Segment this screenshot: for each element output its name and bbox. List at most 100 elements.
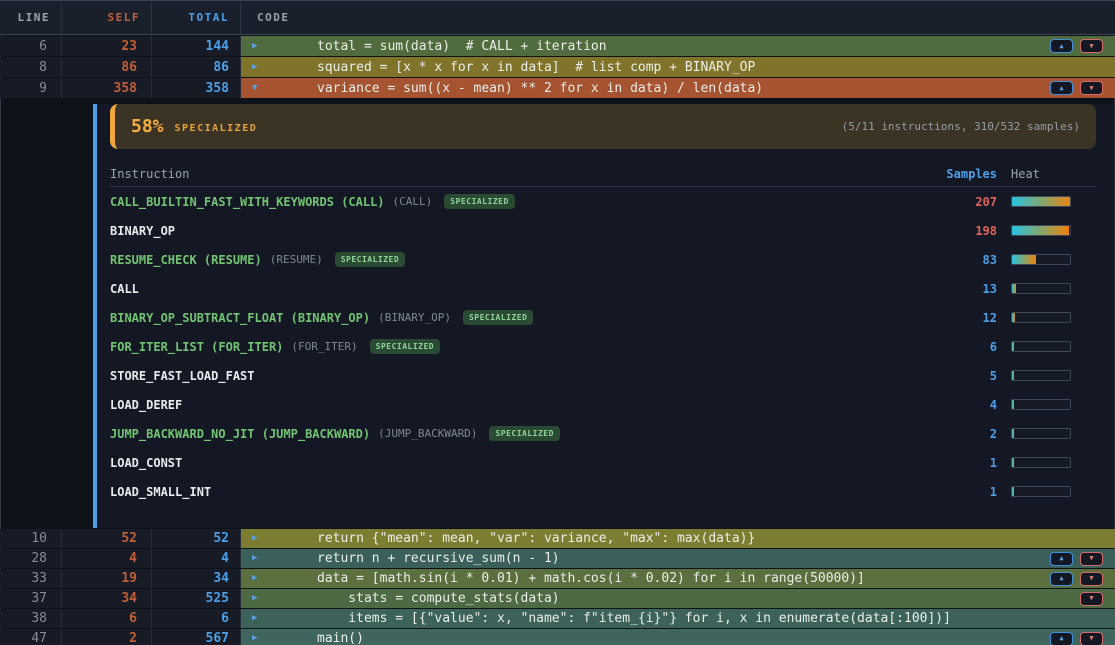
- instruction-name-cell: STORE_FAST_LOAD_FAST: [110, 369, 895, 383]
- expand-toggle-icon[interactable]: ▶: [252, 554, 264, 563]
- code-line-row[interactable]: 88686▶squared = [x * x for x in data] # …: [0, 57, 1115, 77]
- move-down-button[interactable]: ▼: [1080, 552, 1103, 566]
- expand-toggle-icon[interactable]: ▶: [252, 63, 264, 72]
- base-instruction-name: (CALL): [393, 195, 433, 208]
- column-header-samples: Samples: [907, 167, 997, 181]
- self-samples-value: 52: [62, 529, 152, 548]
- self-samples-value: 19: [62, 569, 152, 588]
- code-cell[interactable]: ▶ stats = compute_stats(data)▼: [241, 589, 1115, 608]
- specialized-label: SPECIALIZED: [175, 123, 258, 134]
- code-text: variance = sum((x - mean) ** 2 for x in …: [317, 81, 763, 96]
- heat-cell: [1009, 457, 1096, 468]
- specialized-badge: SPECIALIZED: [444, 194, 514, 209]
- total-samples-value: 567: [152, 629, 241, 645]
- samples-value: 12: [907, 311, 997, 325]
- column-header-code: CODE: [241, 1, 1115, 34]
- instruction-name-cell: CALL_BUILTIN_FAST_WITH_KEYWORDS (CALL)(C…: [110, 194, 895, 209]
- column-header-instruction: Instruction: [110, 167, 895, 181]
- heat-bar-track: [1011, 428, 1071, 439]
- code-line-row[interactable]: 331934▶data = [math.sin(i * 0.01) + math…: [0, 569, 1115, 588]
- heat-bar-track: [1011, 196, 1071, 207]
- self-samples-value: 34: [62, 589, 152, 608]
- code-line-row[interactable]: 2844▶return n + recursive_sum(n - 1)▲▼: [0, 549, 1115, 568]
- instruction-name: RESUME_CHECK (RESUME): [110, 253, 262, 267]
- expand-toggle-icon[interactable]: ▶: [252, 614, 264, 623]
- code-line-row[interactable]: 472567▶main()▲▼: [0, 629, 1115, 645]
- code-cell[interactable]: ▶main()▲▼: [241, 629, 1115, 645]
- heat-bar-track: [1011, 370, 1071, 381]
- samples-value: 2: [907, 427, 997, 441]
- code-cell[interactable]: ▼ variance = sum((x - mean) ** 2 for x in…: [241, 78, 1115, 98]
- code-cell[interactable]: ▶ items = [{"value": x, "name": f"item_{…: [241, 609, 1115, 628]
- move-up-button[interactable]: ▲: [1050, 552, 1073, 566]
- profiler-window: LINE SELF TOTAL CODE 623144▶total = sum(…: [0, 0, 1115, 645]
- heat-bar-track: [1011, 254, 1071, 265]
- heat-bar-fill: [1012, 197, 1071, 206]
- move-down-button[interactable]: ▼: [1080, 39, 1103, 53]
- move-up-button[interactable]: ▲: [1050, 572, 1073, 586]
- move-down-button[interactable]: ▼: [1080, 592, 1103, 606]
- instruction-name-cell: LOAD_DEREF: [110, 398, 895, 412]
- base-instruction-name: (JUMP_BACKWARD): [378, 427, 477, 440]
- code-cell[interactable]: ▶return {"mean": mean, "var": variance, …: [241, 529, 1115, 548]
- move-down-button[interactable]: ▼: [1080, 81, 1103, 95]
- heat-bar-fill: [1012, 487, 1014, 496]
- code-text: total = sum(data) # CALL + iteration: [317, 39, 607, 54]
- move-up-button[interactable]: ▲: [1050, 39, 1073, 53]
- line-number: 37: [0, 589, 62, 608]
- code-text: main(): [317, 631, 364, 645]
- specialized-badge: SPECIALIZED: [335, 252, 405, 267]
- code-cell[interactable]: ▶ data = [math.sin(i * 0.01) + math.cos(i…: [241, 569, 1115, 588]
- line-number: 10: [0, 529, 62, 548]
- expand-toggle-icon[interactable]: ▶: [252, 574, 264, 583]
- specialized-badge: SPECIALIZED: [463, 310, 533, 325]
- self-samples-value: 86: [62, 57, 152, 77]
- heat-bar-fill: [1012, 255, 1036, 264]
- instruction-name: BINARY_OP: [110, 224, 175, 238]
- code-line-row[interactable]: 3734525▶ stats = compute_stats(data)▼: [0, 589, 1115, 608]
- code-line-row[interactable]: 9358358▼variance = sum((x - mean) ** 2 f…: [0, 78, 1115, 98]
- total-samples-value: 525: [152, 589, 241, 608]
- expand-toggle-icon[interactable]: ▶: [252, 634, 264, 643]
- code-line-row[interactable]: 3866▶ items = [{"value": x, "name": f"it…: [0, 609, 1115, 628]
- code-line-row[interactable]: 623144▶total = sum(data) # CALL + iterat…: [0, 36, 1115, 56]
- code-cell[interactable]: ▶total = sum(data) # CALL + iteration▲▼: [241, 36, 1115, 56]
- row-actions: ▲▼: [1050, 39, 1103, 53]
- instruction-row: BINARY_OP 198: [110, 216, 1096, 245]
- expand-toggle-icon[interactable]: ▶: [252, 42, 264, 51]
- move-up-button[interactable]: ▲: [1050, 81, 1073, 95]
- move-up-button[interactable]: ▲: [1050, 632, 1073, 645]
- row-actions: ▲▼: [1050, 552, 1103, 566]
- row-actions: ▲▼: [1050, 632, 1103, 645]
- samples-value: 1: [907, 485, 997, 499]
- code-text: data = [math.sin(i * 0.01) + math.cos(i …: [317, 571, 865, 586]
- code-line-row[interactable]: 105252▶return {"mean": mean, "var": vari…: [0, 529, 1115, 548]
- instruction-name-cell: RESUME_CHECK (RESUME) (RESUME) SPECIALIZED: [110, 252, 895, 267]
- total-samples-value: 86: [152, 57, 241, 77]
- heat-bar-fill: [1012, 429, 1014, 438]
- specialized-detail: (5/11 instructions, 310/532 samples): [842, 120, 1080, 133]
- move-down-button[interactable]: ▼: [1080, 572, 1103, 586]
- code-cell[interactable]: ▶squared = [x * x for x in data] # list …: [241, 57, 1115, 77]
- heat-cell: [1009, 254, 1096, 265]
- expand-toggle-icon[interactable]: ▶: [252, 534, 264, 543]
- base-instruction-name: (RESUME): [270, 253, 323, 266]
- heat-bar-track: [1011, 225, 1071, 236]
- collapse-toggle-icon[interactable]: ▼: [252, 84, 264, 93]
- move-down-button[interactable]: ▼: [1080, 632, 1103, 645]
- instruction-row: LOAD_SMALL_INT1: [110, 477, 1096, 506]
- heat-bar-track: [1011, 399, 1071, 410]
- code-cell[interactable]: ▶return n + recursive_sum(n - 1)▲▼: [241, 549, 1115, 568]
- self-samples-value: 4: [62, 549, 152, 568]
- samples-value: 1: [907, 456, 997, 470]
- base-instruction-name: (BINARY_OP): [378, 311, 451, 324]
- line-detail-panel: 58% SPECIALIZED (5/11 instructions, 310/…: [93, 104, 1115, 528]
- samples-value: 207: [907, 195, 997, 209]
- instruction-row: RESUME_CHECK (RESUME) (RESUME) SPECIALIZED…: [110, 245, 1096, 274]
- samples-value: 198: [907, 224, 997, 238]
- heat-bar-fill: [1012, 342, 1014, 351]
- expand-toggle-icon[interactable]: ▶: [252, 594, 264, 603]
- row-actions: ▲▼: [1050, 81, 1103, 95]
- instruction-row: BINARY_OP_SUBTRACT_FLOAT (BINARY_OP)(BIN…: [110, 303, 1096, 332]
- instruction-row: STORE_FAST_LOAD_FAST5: [110, 361, 1096, 390]
